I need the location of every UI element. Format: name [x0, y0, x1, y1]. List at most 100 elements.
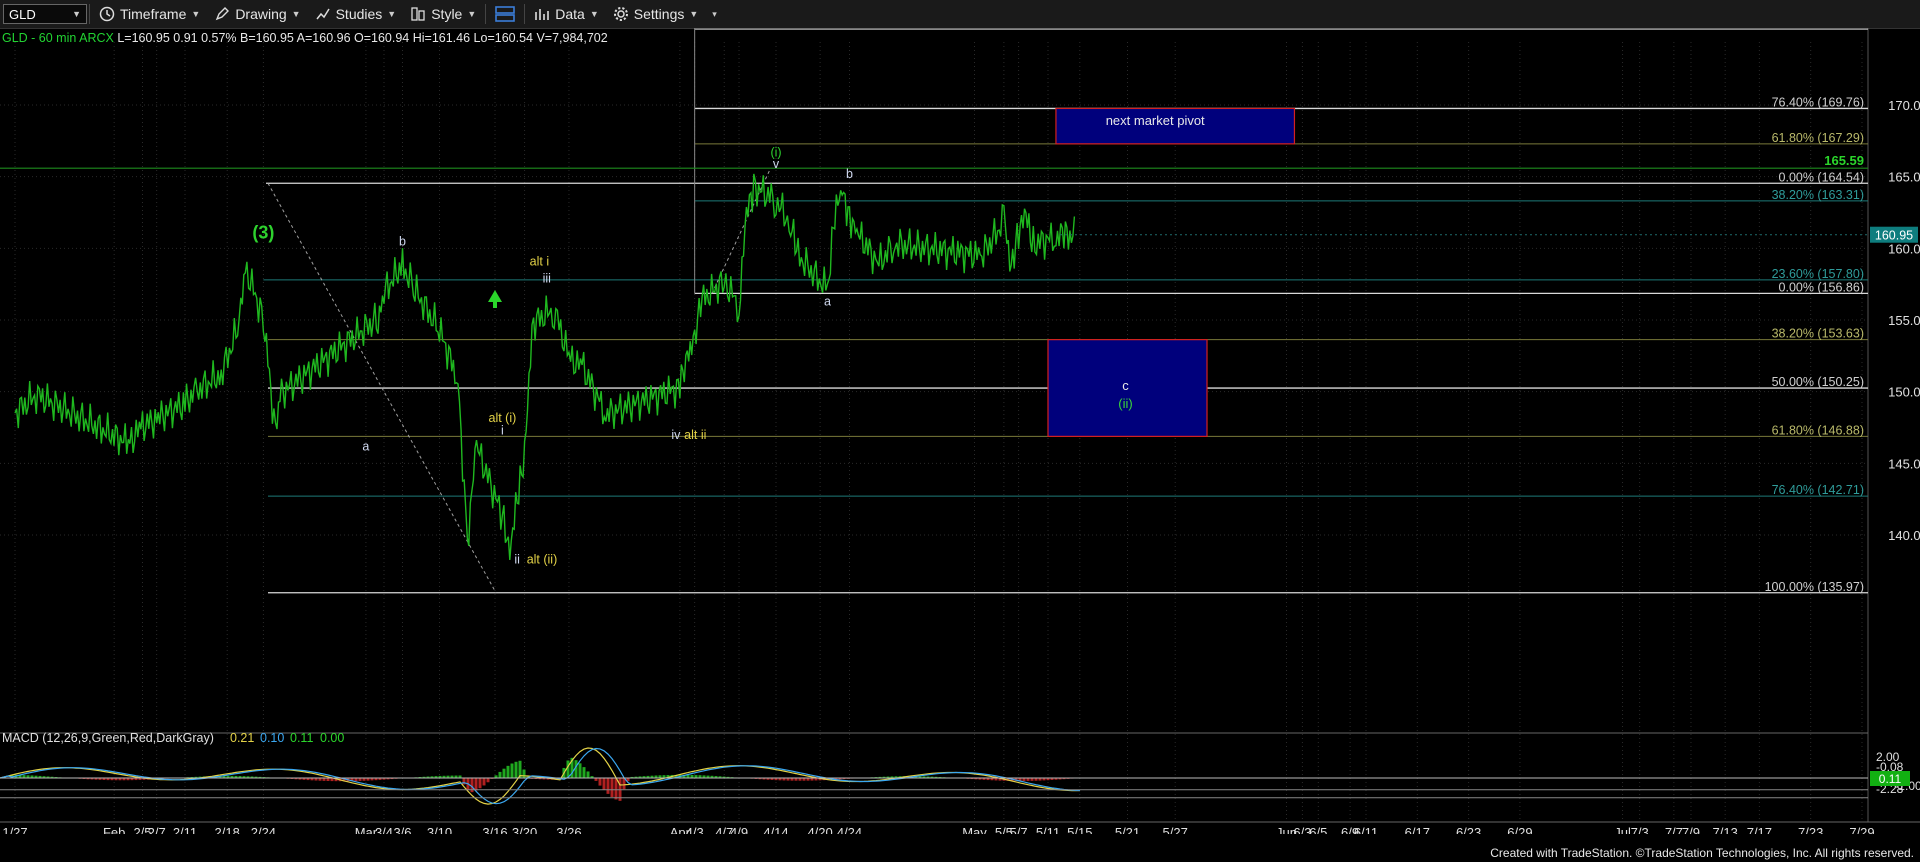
style-label: Style — [431, 6, 463, 22]
date-tick-label: 4/3 — [686, 825, 704, 834]
date-tick-label: 5/21 — [1115, 825, 1140, 834]
wave-label: a — [362, 439, 369, 453]
fib-level-label: 100.00% (135.97) — [1765, 580, 1864, 594]
pivot-level-label: 165.59 — [1824, 153, 1864, 168]
timeframe-label: Timeframe — [120, 6, 187, 22]
date-tick-label: 7/13 — [1713, 825, 1738, 834]
data-icon — [535, 9, 550, 20]
toolbar-separator — [89, 4, 90, 24]
chevron-down-icon: ▾ — [712, 8, 717, 19]
wave-label: b — [846, 167, 853, 181]
wave-label: (ii) — [1118, 396, 1132, 411]
date-tick-label: 7/29 — [1849, 825, 1874, 834]
date-tick-label: 6/17 — [1405, 825, 1430, 834]
date-tick-label: 2/11 — [173, 825, 197, 834]
studies-icon — [316, 8, 330, 20]
price-tick-label: 150.00 — [1888, 385, 1920, 400]
quote-info: L=160.95 0.91 0.57% B=160.95 A=160.96 O=… — [117, 31, 608, 45]
date-tick-label: 7/3 — [1631, 825, 1649, 834]
toolbar-separator — [485, 4, 487, 24]
settings-label: Settings — [633, 6, 685, 22]
layout-icon — [495, 6, 516, 22]
symbol-text: GLD — [9, 6, 36, 22]
drawing-button[interactable]: Drawing ▼ — [207, 0, 307, 28]
fib-level-label: 0.00% (164.54) — [1779, 170, 1864, 184]
date-tick-label: 6/5 — [1309, 825, 1327, 834]
gear-icon — [613, 7, 628, 21]
date-tick-label: 5/27 — [1163, 825, 1188, 834]
price-tick-label: 165.00 — [1888, 170, 1920, 185]
fib-level-label: 38.20% (163.31) — [1772, 188, 1864, 202]
fib-level-label: 61.80% (146.88) — [1772, 423, 1864, 437]
fib-level-label: 76.40% (142.71) — [1772, 483, 1864, 497]
date-tick-label: 5/7 — [1010, 825, 1028, 834]
wave-label: c — [1122, 378, 1129, 393]
studies-label: Studies — [335, 6, 383, 22]
price-tick-label: 155.00 — [1888, 313, 1920, 328]
date-tick-label: 7/23 — [1798, 825, 1823, 834]
date-tick-label: 4/14 — [763, 825, 788, 834]
macd-signal-line — [0, 747, 1081, 805]
price-line — [14, 173, 1076, 560]
layout-button[interactable] — [488, 0, 522, 28]
price-tick-label: 145.00 — [1888, 456, 1920, 471]
fib-level-label: 23.60% (157.80) — [1772, 267, 1864, 281]
date-tick-label: 7/17 — [1747, 825, 1772, 834]
date-tick-label: 3/4 — [375, 825, 393, 834]
wave-label: i — [501, 424, 504, 438]
date-tick-label: 3/6 — [393, 825, 411, 834]
date-tick-label: May — [962, 825, 987, 834]
settings-button[interactable]: Settings ▼ — [606, 0, 706, 28]
fib-level-label: 61.80% (167.29) — [1772, 131, 1864, 145]
fib-level-label: 50.00% (150.25) — [1772, 375, 1864, 389]
symbol-input[interactable]: GLD ▼ — [3, 4, 87, 24]
date-tick-label: 4/20 — [807, 825, 832, 834]
chevron-down-icon: ▼ — [387, 9, 397, 19]
copyright-footer: Created with TradeStation. ©TradeStation… — [1490, 846, 1914, 860]
wave-label: alt (i) — [489, 411, 517, 425]
box-label: next market pivot — [1106, 113, 1205, 128]
timeframe-button[interactable]: Timeframe ▼ — [92, 0, 207, 28]
price-tick-label: 140.00 — [1888, 528, 1920, 543]
chevron-down-icon: ▼ — [291, 9, 301, 19]
date-tick-label: 5/11 — [1036, 825, 1060, 834]
price-tick-label: 160.00 — [1888, 241, 1920, 256]
chevron-down-icon: ▼ — [191, 9, 201, 19]
pen-icon — [216, 7, 230, 21]
fib-level-label: 38.20% (153.63) — [1772, 327, 1864, 341]
style-icon — [411, 7, 425, 21]
date-tick-label: 2/24 — [251, 825, 276, 834]
data-button[interactable]: Data ▼ — [527, 0, 606, 28]
date-tick-label: 6/11 — [1354, 825, 1378, 834]
date-tick-label: Jul — [1614, 825, 1631, 834]
date-tick-label: 1/27 — [2, 825, 27, 834]
studies-button[interactable]: Studies ▼ — [308, 0, 404, 28]
data-label: Data — [555, 6, 585, 22]
macd-legend-title: MACD (12,26,9,Green,Red,DarkGray) — [2, 731, 214, 745]
wave-label: ii — [514, 553, 520, 567]
price-chart[interactable]: 100.00% (175.71)76.40% (169.76)61.80% (1… — [0, 28, 1920, 834]
fib-level-label: 0.00% (156.86) — [1779, 280, 1864, 294]
macd-value-label: 0.11 — [1879, 772, 1902, 786]
wave-label: iv — [671, 428, 681, 442]
wave-label: alt ii — [684, 428, 706, 442]
macd-legend-value: 0.10 — [260, 731, 284, 745]
chevron-down-icon: ▼ — [689, 9, 699, 19]
toolbar: GLD ▼ Timeframe ▼ Drawing ▼ Studies ▼ St… — [0, 0, 1920, 29]
macd-legend-value: 0.21 — [230, 731, 254, 745]
symbol-info-bar: GLD - 60 min ARCX L=160.95 0.91 0.57% B=… — [2, 31, 608, 45]
date-tick-label: 6/29 — [1507, 825, 1532, 834]
toolbar-overflow-button[interactable]: ▾ — [705, 0, 724, 28]
wave-label: alt (ii) — [527, 553, 558, 567]
fib-level-label: 76.40% (169.76) — [1772, 95, 1864, 109]
price-tick-label: 170.00 — [1888, 98, 1920, 113]
macd-legend-value: 0.00 — [320, 731, 344, 745]
style-button[interactable]: Style ▼ — [403, 0, 483, 28]
macd-legend-value: 0.11 — [290, 731, 313, 745]
date-tick-label: Feb — [103, 825, 125, 834]
chevron-down-icon: ▼ — [467, 9, 477, 19]
date-tick-label: 5/15 — [1067, 825, 1092, 834]
date-tick-label: 3/16 — [482, 825, 507, 834]
wave-label: v — [773, 157, 780, 171]
symbol-info: GLD - 60 min ARCX — [2, 31, 114, 45]
